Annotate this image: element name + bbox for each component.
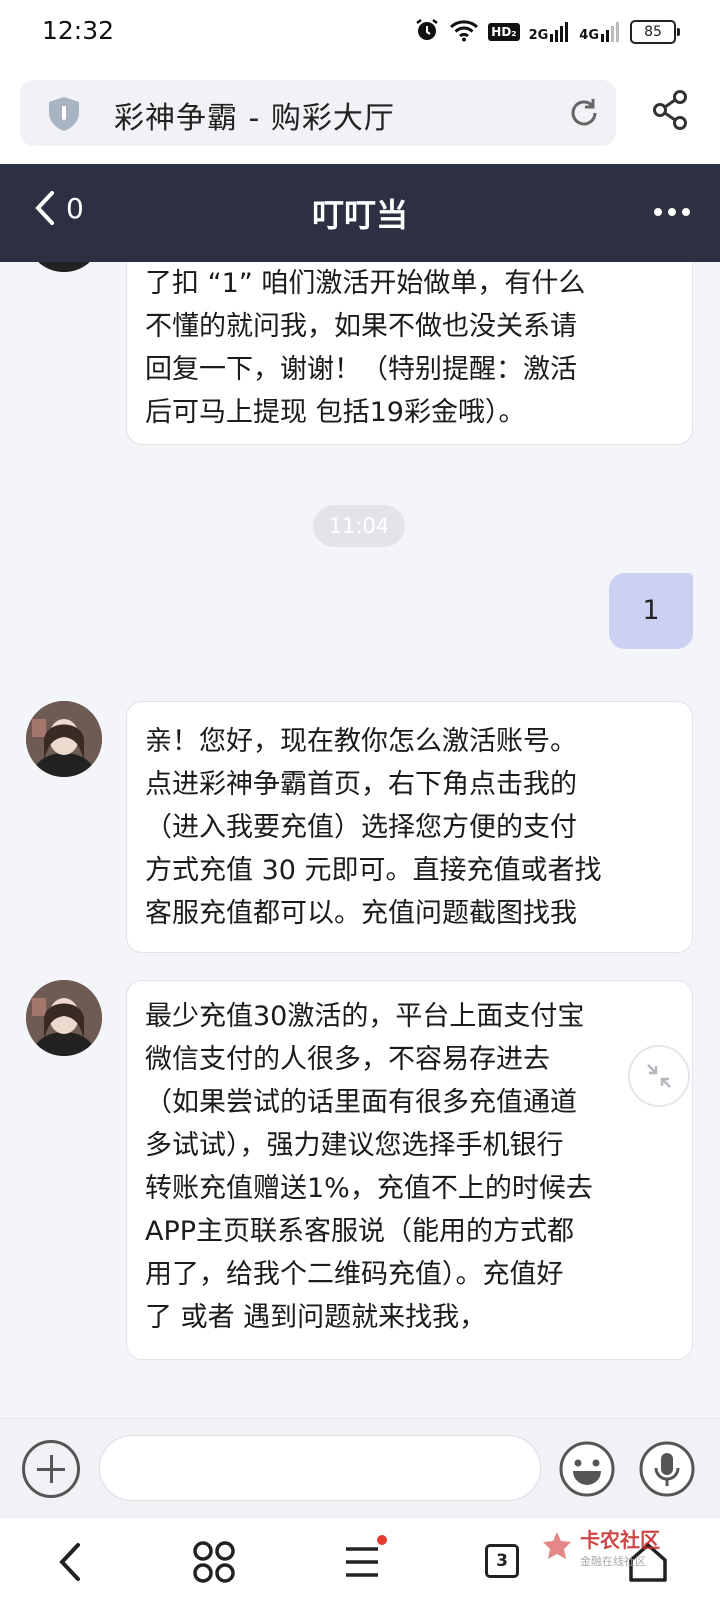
chat-header: 0 叮叮当 <box>0 164 720 262</box>
message-line: 方式充值 30 元即可。直接充值或者找 <box>145 855 602 886</box>
add-button[interactable] <box>22 1440 80 1498</box>
signal-bars-icon <box>550 22 569 42</box>
avatar[interactable] <box>26 980 102 1056</box>
alarm-icon <box>414 17 440 47</box>
signal-2g: 2G <box>529 22 571 42</box>
watermark-subtitle: 金融在线社区 <box>580 1555 646 1568</box>
page-title: 彩神争霸 - 购彩大厅 <box>114 101 395 136</box>
apps-icon[interactable] <box>192 1540 236 1588</box>
address-bar[interactable]: 彩神争霸 - 购彩大厅 <box>20 80 616 146</box>
share-icon[interactable] <box>652 90 688 134</box>
collapse-float-button[interactable] <box>628 1045 690 1107</box>
timestamp: 11:04 <box>313 505 405 547</box>
watermark-logo-icon <box>543 1531 571 1559</box>
message-line: 点进彩神争霸首页，右下角点击我的 <box>145 769 577 800</box>
message-line: 了 或者 遇到问题就来找我， <box>145 1302 487 1333</box>
watermark-title: 卡农社区 <box>580 1528 660 1552</box>
chat-title: 叮叮当 <box>311 196 408 234</box>
message-bubble-received: 亲！您好，现在教你怎么激活账号。 点进彩神争霸首页，右下角点击我的 （进入我要充… <box>126 701 693 953</box>
message-line: 用了，给我个二维码充值）。充值好 <box>145 1259 564 1290</box>
message-bubble-sent: 1 <box>609 573 693 649</box>
more-button[interactable] <box>654 208 690 216</box>
message-line: 最少充值30激活的，平台上面支付宝 <box>145 1001 585 1032</box>
notification-dot <box>377 1535 387 1545</box>
message-bubble-received: 了扣 “1” 咱们激活开始做单，有什么 不懂的就问我，如果不做也没关系请 回复一… <box>126 252 693 445</box>
message-line: 多试试），强力建议您选择手机银行 <box>145 1130 564 1161</box>
emoji-button[interactable] <box>558 1440 616 1498</box>
watermark: 卡农社区 金融在线社区 <box>540 1524 660 1569</box>
message-line: 回复一下，谢谢！（特别提醒：激活 <box>145 354 577 385</box>
message-input[interactable] <box>99 1435 541 1501</box>
message-bubble-received: 最少充值30激活的，平台上面支付宝 微信支付的人很多，不容易存进去 （如果尝试的… <box>126 980 693 1360</box>
browser-toolbar: 彩神争霸 - 购彩大厅 <box>0 66 720 164</box>
status-time: 12:32 <box>42 16 115 45</box>
wifi-icon <box>449 18 479 46</box>
message-line: 微信支付的人很多，不容易存进去 <box>145 1044 550 1075</box>
voice-button[interactable] <box>638 1440 696 1498</box>
avatar[interactable] <box>26 701 102 777</box>
message-line: （如果尝试的话里面有很多充值通道 <box>145 1087 577 1118</box>
signal-bars-icon <box>601 22 619 42</box>
message-line: 不懂的就问我，如果不做也没关系请 <box>145 311 577 342</box>
menu-icon[interactable] <box>342 1535 387 1588</box>
shield-icon <box>46 95 82 137</box>
signal-4g-label: 4G <box>579 28 599 43</box>
collapse-icon <box>647 1064 671 1088</box>
status-icons: HD₂ 2G 4G 85 <box>414 17 680 47</box>
more-dot <box>682 208 690 216</box>
message-line: 后可马上提现 包括19彩金哦）。 <box>145 397 526 428</box>
message-line: 客服充值都可以。充值问题截图找我 <box>145 898 577 929</box>
tabs-button[interactable]: 3 <box>485 1544 519 1578</box>
signal-2g-label: 2G <box>528 28 549 43</box>
nav-back-icon[interactable] <box>56 1540 86 1588</box>
reload-icon[interactable] <box>566 95 602 135</box>
message-line: 转账充值赠送1%，充值不上的时候去 <box>145 1173 593 1204</box>
message-line: 了扣 “1” 咱们激活开始做单，有什么 <box>145 268 586 299</box>
signal-4g: 4G <box>579 22 621 42</box>
more-dot <box>654 208 662 216</box>
status-bar: 12:32 HD₂ 2G 4G 85 <box>0 0 720 66</box>
emoji-icon <box>559 1441 615 1497</box>
message-line: （进入我要充值）选择您方便的支付 <box>145 812 577 843</box>
microphone-icon <box>639 1441 695 1497</box>
hd-badge: HD₂ <box>488 23 520 41</box>
message-line: APP主页联系客服说（能用的方式都 <box>145 1216 575 1247</box>
message-line: 亲！您好，现在教你怎么激活账号。 <box>145 726 577 757</box>
tab-count: 3 <box>485 1544 519 1578</box>
input-bar <box>0 1418 720 1519</box>
battery-icon: 85 <box>630 20 680 44</box>
more-dot <box>668 208 676 216</box>
